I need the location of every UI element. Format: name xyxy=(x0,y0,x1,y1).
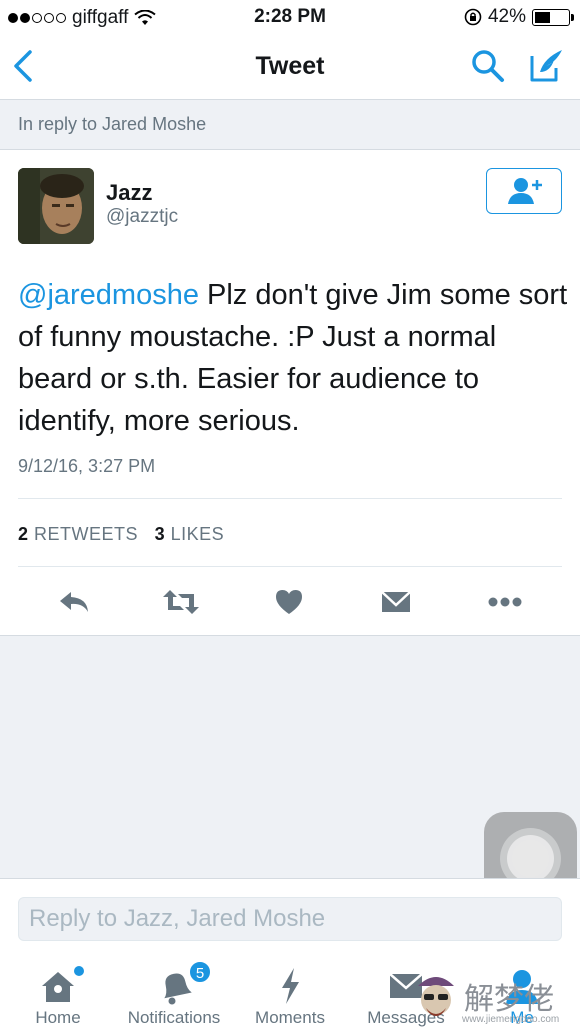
watermark-text: 解梦佬 xyxy=(464,982,554,1017)
retweets-count: 2 xyxy=(18,524,29,544)
retweets-stat[interactable]: 2 RETWEETS xyxy=(18,524,138,544)
watermark-logo-icon xyxy=(418,977,454,1016)
search-button[interactable] xyxy=(470,48,506,84)
tab-label: Home xyxy=(35,1008,81,1027)
reply-button[interactable] xyxy=(54,582,94,622)
lightning-icon xyxy=(282,968,299,1004)
unread-dot xyxy=(74,966,84,976)
notification-badge: 5 xyxy=(188,960,212,984)
orientation-lock-icon xyxy=(464,8,482,26)
envelope-icon xyxy=(381,591,411,612)
status-right: 42% xyxy=(464,6,574,28)
retweet-icon xyxy=(163,590,199,614)
nav-bar: Tweet xyxy=(0,34,580,100)
tweet-text: @jaredmoshe Plz don't give Jim some sort… xyxy=(18,274,568,442)
tweet-stats: 2 RETWEETS 3 LIKES xyxy=(18,524,224,545)
compose-tweet-icon xyxy=(530,50,562,82)
reply-bar xyxy=(0,878,580,950)
compose-button[interactable] xyxy=(528,46,566,84)
likes-label: LIKES xyxy=(170,524,225,544)
divider xyxy=(18,498,562,499)
status-bar: giffgaff 2:28 PM 42% xyxy=(0,0,580,34)
heart-icon xyxy=(276,590,302,614)
likes-count: 3 xyxy=(154,524,166,544)
home-icon xyxy=(42,972,74,1002)
tab-home[interactable]: Home xyxy=(0,962,116,1032)
mention-link[interactable]: @jaredmoshe xyxy=(18,279,199,311)
battery-percent: 42% xyxy=(487,6,526,27)
tweet-detail-card: Jazz @jazztjc @jaredmoshe Plz don't give… xyxy=(0,150,580,636)
like-button[interactable] xyxy=(269,582,309,622)
reply-input[interactable] xyxy=(18,897,562,941)
tweet-timestamp: 9/12/16, 3:27 PM xyxy=(18,456,156,476)
likes-stat[interactable]: 3 LIKES xyxy=(155,524,225,544)
reply-context[interactable]: In reply to Jared Moshe xyxy=(0,100,580,150)
avatar[interactable] xyxy=(18,168,94,244)
add-user-icon xyxy=(508,178,542,204)
tab-label: Moments xyxy=(255,1008,325,1027)
tab-notifications[interactable]: 5 Notifications xyxy=(116,960,232,1032)
retweet-button[interactable] xyxy=(161,582,201,622)
battery-icon xyxy=(532,8,574,26)
avatar-photo xyxy=(18,168,94,244)
search-icon xyxy=(472,50,504,82)
watermark-url: www.jiemengdao.com xyxy=(462,1014,560,1025)
more-button[interactable] xyxy=(485,582,525,622)
tab-moments[interactable]: Moments xyxy=(232,962,348,1032)
author-name[interactable]: Jazz xyxy=(106,180,152,206)
reply-icon xyxy=(60,592,88,612)
retweets-label: RETWEETS xyxy=(34,524,139,544)
author-handle[interactable]: @jazztjc xyxy=(106,206,178,228)
more-dots-icon xyxy=(488,597,522,607)
direct-message-button[interactable] xyxy=(376,582,416,622)
watermark: 解梦佬 www.jiemengdao.com xyxy=(412,968,580,1032)
tweet-actions xyxy=(0,582,580,622)
follow-button[interactable] xyxy=(486,168,562,214)
divider xyxy=(18,566,562,567)
tab-label: Notifications xyxy=(127,1008,221,1027)
